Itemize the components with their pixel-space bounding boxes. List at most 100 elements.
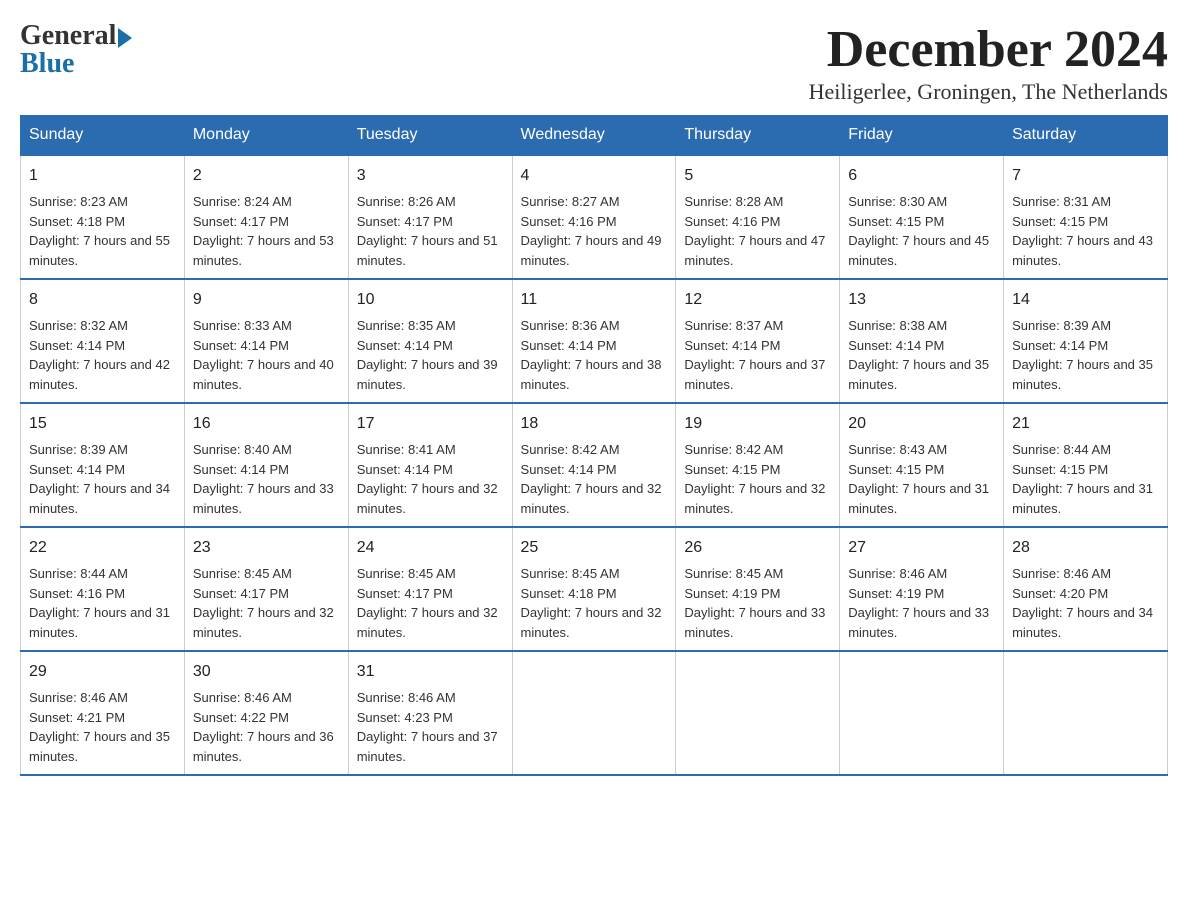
calendar-cell: 14 Sunrise: 8:39 AMSunset: 4:14 PMDaylig… (1004, 279, 1168, 403)
calendar-cell: 17 Sunrise: 8:41 AMSunset: 4:14 PMDaylig… (348, 403, 512, 527)
day-number: 26 (684, 536, 831, 560)
weekday-header-sunday: Sunday (21, 116, 185, 156)
calendar-cell (512, 651, 676, 775)
calendar-cell (1004, 651, 1168, 775)
day-info: Sunrise: 8:46 AMSunset: 4:20 PMDaylight:… (1012, 566, 1153, 640)
day-info: Sunrise: 8:36 AMSunset: 4:14 PMDaylight:… (521, 318, 662, 392)
day-info: Sunrise: 8:43 AMSunset: 4:15 PMDaylight:… (848, 442, 989, 516)
weekday-header-saturday: Saturday (1004, 116, 1168, 156)
day-number: 21 (1012, 412, 1159, 436)
title-section: December 2024 Heiligerlee, Groningen, Th… (809, 20, 1168, 105)
day-info: Sunrise: 8:23 AMSunset: 4:18 PMDaylight:… (29, 194, 170, 268)
calendar-week-row: 15 Sunrise: 8:39 AMSunset: 4:14 PMDaylig… (21, 403, 1168, 527)
calendar-cell: 3 Sunrise: 8:26 AMSunset: 4:17 PMDayligh… (348, 155, 512, 279)
calendar-week-row: 29 Sunrise: 8:46 AMSunset: 4:21 PMDaylig… (21, 651, 1168, 775)
calendar-cell: 27 Sunrise: 8:46 AMSunset: 4:19 PMDaylig… (840, 527, 1004, 651)
day-info: Sunrise: 8:42 AMSunset: 4:14 PMDaylight:… (521, 442, 662, 516)
calendar-cell: 9 Sunrise: 8:33 AMSunset: 4:14 PMDayligh… (184, 279, 348, 403)
calendar-cell (840, 651, 1004, 775)
day-info: Sunrise: 8:32 AMSunset: 4:14 PMDaylight:… (29, 318, 170, 392)
day-number: 8 (29, 288, 176, 312)
day-info: Sunrise: 8:46 AMSunset: 4:23 PMDaylight:… (357, 690, 498, 764)
day-info: Sunrise: 8:39 AMSunset: 4:14 PMDaylight:… (1012, 318, 1153, 392)
day-info: Sunrise: 8:28 AMSunset: 4:16 PMDaylight:… (684, 194, 825, 268)
day-number: 25 (521, 536, 668, 560)
day-info: Sunrise: 8:42 AMSunset: 4:15 PMDaylight:… (684, 442, 825, 516)
day-info: Sunrise: 8:30 AMSunset: 4:15 PMDaylight:… (848, 194, 989, 268)
calendar-header-row: SundayMondayTuesdayWednesdayThursdayFrid… (21, 116, 1168, 156)
day-number: 31 (357, 660, 504, 684)
day-info: Sunrise: 8:44 AMSunset: 4:15 PMDaylight:… (1012, 442, 1153, 516)
day-number: 3 (357, 164, 504, 188)
calendar-cell: 28 Sunrise: 8:46 AMSunset: 4:20 PMDaylig… (1004, 527, 1168, 651)
calendar-cell: 10 Sunrise: 8:35 AMSunset: 4:14 PMDaylig… (348, 279, 512, 403)
calendar-week-row: 22 Sunrise: 8:44 AMSunset: 4:16 PMDaylig… (21, 527, 1168, 651)
month-title: December 2024 (809, 20, 1168, 79)
day-info: Sunrise: 8:45 AMSunset: 4:18 PMDaylight:… (521, 566, 662, 640)
logo-blue-text: Blue (20, 48, 74, 80)
day-info: Sunrise: 8:31 AMSunset: 4:15 PMDaylight:… (1012, 194, 1153, 268)
calendar-cell: 19 Sunrise: 8:42 AMSunset: 4:15 PMDaylig… (676, 403, 840, 527)
day-number: 17 (357, 412, 504, 436)
day-info: Sunrise: 8:39 AMSunset: 4:14 PMDaylight:… (29, 442, 170, 516)
calendar-cell: 11 Sunrise: 8:36 AMSunset: 4:14 PMDaylig… (512, 279, 676, 403)
day-info: Sunrise: 8:37 AMSunset: 4:14 PMDaylight:… (684, 318, 825, 392)
day-number: 10 (357, 288, 504, 312)
day-number: 4 (521, 164, 668, 188)
logo: General Blue (20, 20, 132, 80)
calendar-cell: 25 Sunrise: 8:45 AMSunset: 4:18 PMDaylig… (512, 527, 676, 651)
calendar-cell: 7 Sunrise: 8:31 AMSunset: 4:15 PMDayligh… (1004, 155, 1168, 279)
day-number: 13 (848, 288, 995, 312)
calendar-cell: 5 Sunrise: 8:28 AMSunset: 4:16 PMDayligh… (676, 155, 840, 279)
day-number: 16 (193, 412, 340, 436)
calendar-cell: 2 Sunrise: 8:24 AMSunset: 4:17 PMDayligh… (184, 155, 348, 279)
calendar-week-row: 1 Sunrise: 8:23 AMSunset: 4:18 PMDayligh… (21, 155, 1168, 279)
calendar-cell: 20 Sunrise: 8:43 AMSunset: 4:15 PMDaylig… (840, 403, 1004, 527)
day-number: 27 (848, 536, 995, 560)
day-number: 12 (684, 288, 831, 312)
calendar-table: SundayMondayTuesdayWednesdayThursdayFrid… (20, 115, 1168, 776)
day-number: 23 (193, 536, 340, 560)
weekday-header-wednesday: Wednesday (512, 116, 676, 156)
day-info: Sunrise: 8:46 AMSunset: 4:22 PMDaylight:… (193, 690, 334, 764)
day-number: 22 (29, 536, 176, 560)
calendar-cell: 24 Sunrise: 8:45 AMSunset: 4:17 PMDaylig… (348, 527, 512, 651)
calendar-cell: 13 Sunrise: 8:38 AMSunset: 4:14 PMDaylig… (840, 279, 1004, 403)
day-number: 11 (521, 288, 668, 312)
day-number: 6 (848, 164, 995, 188)
calendar-cell: 29 Sunrise: 8:46 AMSunset: 4:21 PMDaylig… (21, 651, 185, 775)
calendar-cell: 22 Sunrise: 8:44 AMSunset: 4:16 PMDaylig… (21, 527, 185, 651)
day-info: Sunrise: 8:27 AMSunset: 4:16 PMDaylight:… (521, 194, 662, 268)
day-number: 19 (684, 412, 831, 436)
day-number: 14 (1012, 288, 1159, 312)
calendar-cell: 18 Sunrise: 8:42 AMSunset: 4:14 PMDaylig… (512, 403, 676, 527)
day-info: Sunrise: 8:41 AMSunset: 4:14 PMDaylight:… (357, 442, 498, 516)
day-number: 9 (193, 288, 340, 312)
location-title: Heiligerlee, Groningen, The Netherlands (809, 79, 1168, 105)
calendar-cell: 12 Sunrise: 8:37 AMSunset: 4:14 PMDaylig… (676, 279, 840, 403)
day-number: 28 (1012, 536, 1159, 560)
day-number: 5 (684, 164, 831, 188)
calendar-week-row: 8 Sunrise: 8:32 AMSunset: 4:14 PMDayligh… (21, 279, 1168, 403)
day-number: 29 (29, 660, 176, 684)
day-info: Sunrise: 8:33 AMSunset: 4:14 PMDaylight:… (193, 318, 334, 392)
day-info: Sunrise: 8:26 AMSunset: 4:17 PMDaylight:… (357, 194, 498, 268)
weekday-header-monday: Monday (184, 116, 348, 156)
calendar-cell: 30 Sunrise: 8:46 AMSunset: 4:22 PMDaylig… (184, 651, 348, 775)
day-number: 2 (193, 164, 340, 188)
day-number: 18 (521, 412, 668, 436)
day-info: Sunrise: 8:45 AMSunset: 4:17 PMDaylight:… (193, 566, 334, 640)
day-number: 20 (848, 412, 995, 436)
weekday-header-friday: Friday (840, 116, 1004, 156)
calendar-cell: 23 Sunrise: 8:45 AMSunset: 4:17 PMDaylig… (184, 527, 348, 651)
day-number: 1 (29, 164, 176, 188)
calendar-cell: 8 Sunrise: 8:32 AMSunset: 4:14 PMDayligh… (21, 279, 185, 403)
day-number: 30 (193, 660, 340, 684)
weekday-header-thursday: Thursday (676, 116, 840, 156)
calendar-cell: 26 Sunrise: 8:45 AMSunset: 4:19 PMDaylig… (676, 527, 840, 651)
day-info: Sunrise: 8:40 AMSunset: 4:14 PMDaylight:… (193, 442, 334, 516)
day-info: Sunrise: 8:38 AMSunset: 4:14 PMDaylight:… (848, 318, 989, 392)
calendar-cell (676, 651, 840, 775)
calendar-cell: 4 Sunrise: 8:27 AMSunset: 4:16 PMDayligh… (512, 155, 676, 279)
day-info: Sunrise: 8:45 AMSunset: 4:19 PMDaylight:… (684, 566, 825, 640)
